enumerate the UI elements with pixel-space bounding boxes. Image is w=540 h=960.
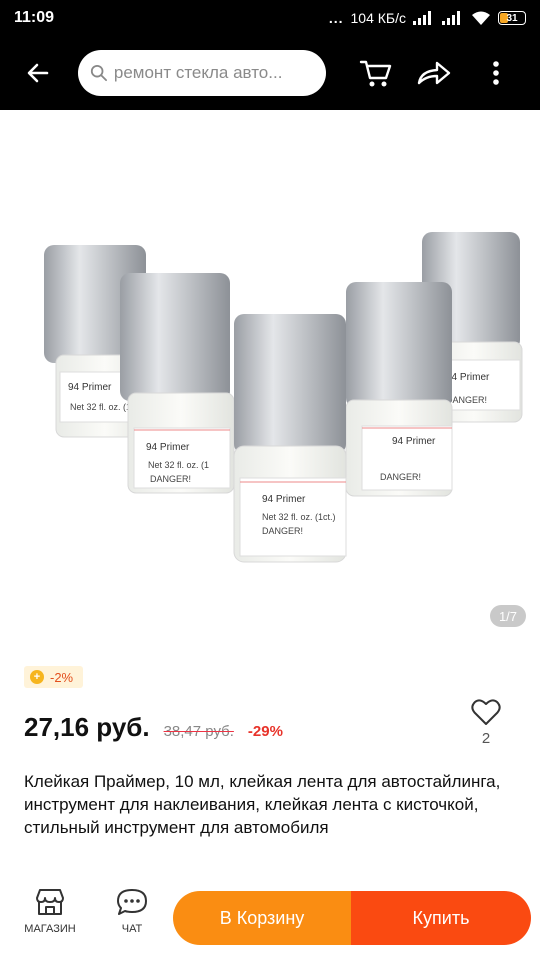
chat-label: ЧАТ: [121, 923, 143, 935]
svg-text:Net 32 fl. oz. (1: Net 32 fl. oz. (1: [148, 460, 209, 470]
wishlist-count: 2: [481, 730, 491, 747]
product-gallery[interactable]: 94 Primer Net 32 fl. oz. (1 94 Primer DA…: [0, 110, 540, 640]
back-button[interactable]: [14, 49, 62, 97]
signal-icon: [413, 11, 431, 25]
svg-text:DANGER!: DANGER!: [380, 472, 421, 482]
discount-percent: -29%: [247, 723, 283, 740]
search-bar[interactable]: [78, 50, 326, 96]
svg-text:DANGER!: DANGER!: [446, 395, 487, 405]
status-bar: 11:09 ... 104 КБ/с 31: [0, 0, 540, 36]
battery-icon: 31: [498, 11, 526, 25]
bottle-label-name: 94 Primer: [262, 494, 306, 505]
bottle-label-net: Net 32 fl. oz. (1ct.): [262, 512, 336, 522]
bottle-mid-left: 94 Primer Net 32 fl. oz. (1 DANGER!: [120, 273, 235, 494]
wishlist-button[interactable]: 2: [468, 698, 504, 747]
coin-discount-badge: + -2%: [24, 666, 84, 688]
current-price: 27,16 руб.: [24, 712, 150, 742]
wifi-icon: [472, 11, 490, 25]
svg-text:Net 32 fl. oz. (1: Net 32 fl. oz. (1: [70, 402, 131, 412]
original-price: 38,47 руб.: [163, 723, 234, 740]
svg-text:94 Primer: 94 Primer: [446, 372, 490, 383]
heart-icon: [471, 699, 501, 725]
coin-discount-value: -2%: [50, 669, 74, 685]
signal-icon-2: [442, 11, 460, 25]
more-button[interactable]: [472, 49, 520, 97]
bottle-label-danger: DANGER!: [262, 526, 303, 536]
arrow-left-icon: [27, 63, 49, 83]
battery-level: 31: [506, 12, 518, 24]
coin-icon: +: [30, 670, 44, 684]
product-title: Клейкая Праймер, 10 мл, клейкая лента дл…: [24, 772, 501, 837]
search-icon: [90, 64, 107, 82]
gallery-counter: 1/7: [490, 605, 526, 627]
share-button[interactable]: [410, 49, 458, 97]
status-speed: 104 КБ/с: [350, 10, 406, 26]
svg-text:94 Primer: 94 Primer: [392, 436, 436, 447]
status-time: 11:09: [14, 9, 55, 26]
status-dots: ...: [328, 10, 344, 26]
price-row: 27,16 руб. 38,47 руб. -29%: [24, 712, 283, 743]
cart-button[interactable]: [352, 49, 400, 97]
shop-label: МАГАЗИН: [24, 923, 76, 935]
share-icon: [417, 61, 451, 85]
chat-icon: [117, 889, 147, 915]
status-right: ... 104 КБ/с 31: [329, 10, 526, 26]
search-input[interactable]: [113, 63, 314, 83]
add-to-cart-button[interactable]: В Корзину: [173, 891, 351, 945]
bottle-mid-right: 94 Primer DANGER!: [345, 282, 453, 497]
product-image: 94 Primer Net 32 fl. oz. (1 94 Primer DA…: [44, 232, 523, 563]
more-vertical-icon: [493, 61, 499, 85]
svg-text:94 Primer: 94 Primer: [146, 442, 190, 453]
cart-icon: [359, 60, 392, 87]
buy-now-button[interactable]: Купить: [351, 891, 531, 945]
top-app-bar: [0, 36, 540, 110]
bottom-action-bar: МАГАЗИН ЧАТ В Корзину Купить: [0, 878, 540, 960]
bottle-front: 94 Primer Net 32 fl. oz. (1ct.) DANGER!: [233, 314, 347, 563]
svg-text:DANGER!: DANGER!: [150, 474, 191, 484]
svg-text:94 Primer: 94 Primer: [68, 382, 112, 393]
chat-button[interactable]: ЧАТ: [102, 888, 162, 935]
store-icon: [36, 889, 64, 915]
shop-button[interactable]: МАГАЗИН: [20, 888, 80, 935]
